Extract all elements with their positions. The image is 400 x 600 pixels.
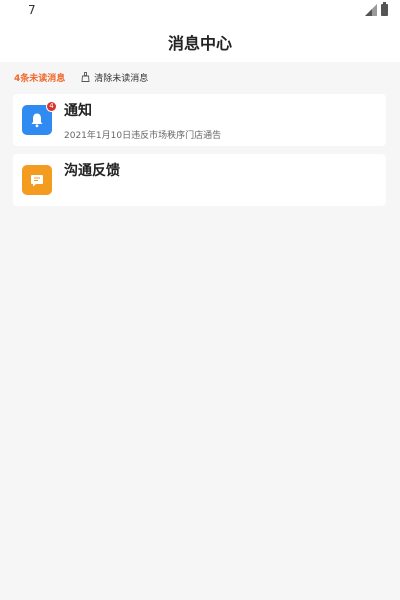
- unread-badge: 4: [46, 101, 57, 112]
- chat-icon: [31, 175, 43, 187]
- feedback-title: 沟通反馈: [64, 163, 120, 179]
- status-bar: 7: [0, 0, 400, 22]
- signal-icon: [365, 4, 377, 16]
- broom-icon: [81, 72, 90, 82]
- list-item-feedback[interactable]: 沟通反馈: [13, 154, 386, 206]
- notice-title: 通知: [64, 103, 92, 119]
- battery-icon: [381, 2, 388, 16]
- list-item-notice[interactable]: 4 通知 2021年1月10日违反市场秩序门店通告: [13, 94, 386, 146]
- unread-bar: 4条未读消息 清除未读消息: [0, 62, 400, 92]
- page-title: 消息中心: [167, 34, 232, 53]
- clear-unread-button[interactable]: 清除未读消息: [81, 71, 148, 84]
- status-time: 7: [28, 3, 36, 17]
- header: 消息中心: [0, 22, 400, 62]
- notice-description: 2021年1月10日违反市场秩序门店通告: [64, 131, 222, 141]
- notice-icon-tile: 4: [22, 101, 57, 135]
- status-icons: [365, 2, 388, 16]
- feedback-icon-tile: [22, 165, 52, 195]
- clear-unread-label: 清除未读消息: [94, 73, 149, 84]
- unread-count: 4条未读消息: [14, 73, 66, 84]
- bell-icon: [31, 113, 43, 128]
